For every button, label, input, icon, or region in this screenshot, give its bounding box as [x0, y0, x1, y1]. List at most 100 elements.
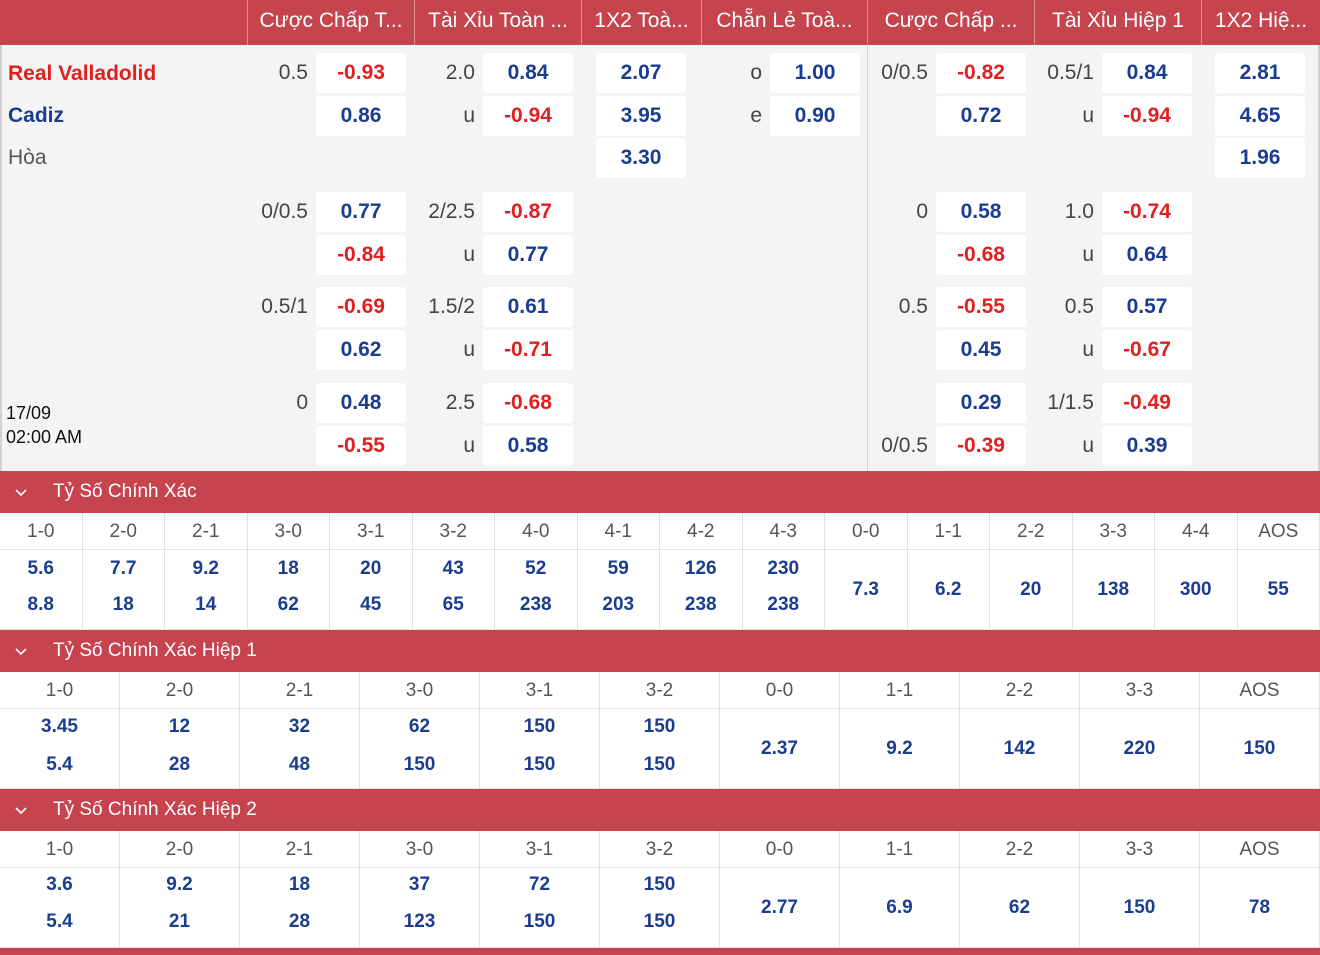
odds-value[interactable]: 0.48 — [316, 383, 406, 423]
odds-value[interactable]: 4.65 — [1215, 96, 1305, 136]
score-odds-value[interactable]: 20 — [990, 575, 1072, 605]
score-odds-value[interactable]: 220 — [1080, 734, 1199, 764]
score-odds-value[interactable]: 32 — [240, 712, 359, 742]
score-odds-value[interactable]: 150 — [600, 870, 719, 900]
odds-value[interactable]: -0.49 — [1102, 383, 1192, 423]
score-odds-value[interactable]: 28 — [120, 750, 239, 780]
score-odds-value[interactable]: 62 — [248, 590, 330, 620]
score-odds-value[interactable]: 5.4 — [0, 907, 119, 937]
score-odds-value[interactable]: 43 — [413, 554, 495, 584]
odds-value[interactable]: -0.39 — [936, 426, 1026, 466]
chevron-down-icon[interactable] — [10, 640, 32, 662]
section-bar-correct-score[interactable]: Tỷ Số Chính Xác — [0, 471, 1320, 513]
score-odds-value[interactable]: 78 — [1200, 893, 1319, 923]
odds-value[interactable]: 0.64 — [1102, 235, 1192, 275]
score-odds-value[interactable]: 6.2 — [908, 575, 990, 605]
odds-value[interactable]: -0.67 — [1102, 330, 1192, 370]
odds-value[interactable]: -0.69 — [316, 287, 406, 327]
score-odds-value[interactable]: 37 — [360, 870, 479, 900]
score-odds-value[interactable]: 123 — [360, 907, 479, 937]
score-odds-value[interactable]: 18 — [83, 590, 165, 620]
score-odds-value[interactable]: 28 — [240, 907, 359, 937]
score-odds-value[interactable]: 72 — [480, 870, 599, 900]
score-odds-value[interactable]: 18 — [240, 870, 359, 900]
odds-value[interactable]: 0.29 — [936, 383, 1026, 423]
odds-value[interactable]: 3.30 — [596, 138, 686, 178]
odds-value[interactable]: -0.55 — [936, 287, 1026, 327]
score-odds-value[interactable]: 2.37 — [720, 734, 839, 764]
odds-value[interactable]: 0.62 — [316, 330, 406, 370]
odds-value[interactable]: 2.81 — [1215, 53, 1305, 93]
odds-value[interactable]: 0.39 — [1102, 426, 1192, 466]
score-odds-value[interactable]: 62 — [360, 712, 479, 742]
odds-value[interactable]: 0.86 — [316, 96, 406, 136]
score-odds-value[interactable]: 12 — [120, 712, 239, 742]
odds-value[interactable]: -0.82 — [936, 53, 1026, 93]
score-odds-value[interactable]: 65 — [413, 590, 495, 620]
score-odds-value[interactable]: 7.3 — [825, 575, 907, 605]
odds-value[interactable]: -0.84 — [316, 235, 406, 275]
score-odds-value[interactable]: 138 — [1073, 575, 1155, 605]
odds-value[interactable]: 0.45 — [936, 330, 1026, 370]
odds-value[interactable]: 0.58 — [936, 192, 1026, 232]
column-header-1x2-h1[interactable]: 1X2 Hiệ... — [1201, 0, 1320, 45]
score-odds-value[interactable]: 9.2 — [120, 870, 239, 900]
score-odds-value[interactable]: 230 — [743, 554, 825, 584]
odds-value[interactable]: 0.58 — [483, 426, 573, 466]
score-odds-value[interactable]: 20 — [330, 554, 412, 584]
score-odds-value[interactable]: 150 — [600, 712, 719, 742]
score-odds-value[interactable]: 3.6 — [0, 870, 119, 900]
score-odds-value[interactable]: 300 — [1155, 575, 1237, 605]
odds-value[interactable]: 3.95 — [596, 96, 686, 136]
column-header-odd-even-full[interactable]: Chẵn Lẻ Toà... — [701, 0, 867, 45]
score-odds-value[interactable]: 150 — [480, 907, 599, 937]
odds-value[interactable]: 0.84 — [483, 53, 573, 93]
column-header-handicap-full[interactable]: Cược Chấp T... — [247, 0, 414, 45]
odds-value[interactable]: -0.68 — [483, 383, 573, 423]
section-bar-correct-score-h2[interactable]: Tỷ Số Chính Xác Hiệp 2 — [0, 789, 1320, 831]
odds-value[interactable]: 1.00 — [770, 53, 860, 93]
odds-value[interactable]: -0.94 — [483, 96, 573, 136]
score-odds-value[interactable]: 126 — [660, 554, 742, 584]
score-odds-value[interactable]: 238 — [495, 590, 577, 620]
score-odds-value[interactable]: 238 — [660, 590, 742, 620]
score-odds-value[interactable]: 5.4 — [0, 750, 119, 780]
chevron-down-icon[interactable] — [10, 481, 32, 503]
score-odds-value[interactable]: 8.8 — [0, 590, 82, 620]
score-odds-value[interactable]: 150 — [480, 750, 599, 780]
score-odds-value[interactable]: 52 — [495, 554, 577, 584]
score-odds-value[interactable]: 21 — [120, 907, 239, 937]
score-odds-value[interactable]: 59 — [578, 554, 660, 584]
odds-value[interactable]: 0.77 — [483, 235, 573, 275]
odds-value[interactable]: 2.07 — [596, 53, 686, 93]
score-odds-value[interactable]: 7.7 — [83, 554, 165, 584]
odds-value[interactable]: -0.94 — [1102, 96, 1192, 136]
odds-value[interactable]: 0.84 — [1102, 53, 1192, 93]
score-odds-value[interactable]: 142 — [960, 734, 1079, 764]
score-odds-value[interactable]: 150 — [1080, 893, 1199, 923]
odds-value[interactable]: -0.55 — [316, 426, 406, 466]
odds-value[interactable]: 0.61 — [483, 287, 573, 327]
section-bar-correct-score-h1[interactable]: Tỷ Số Chính Xác Hiệp 1 — [0, 630, 1320, 672]
score-odds-value[interactable]: 18 — [248, 554, 330, 584]
score-odds-value[interactable]: 48 — [240, 750, 359, 780]
score-odds-value[interactable]: 62 — [960, 893, 1079, 923]
score-odds-value[interactable]: 14 — [165, 590, 247, 620]
chevron-down-icon[interactable] — [10, 799, 32, 821]
odds-value[interactable]: -0.87 — [483, 192, 573, 232]
score-odds-value[interactable]: 9.2 — [840, 734, 959, 764]
odds-value[interactable]: 1.96 — [1215, 138, 1305, 178]
score-odds-value[interactable]: 6.9 — [840, 893, 959, 923]
score-odds-value[interactable]: 150 — [1200, 734, 1319, 764]
odds-value[interactable]: 0.90 — [770, 96, 860, 136]
column-header-1x2-full[interactable]: 1X2 Toà... — [581, 0, 701, 45]
score-odds-value[interactable]: 238 — [743, 590, 825, 620]
score-odds-value[interactable]: 2.77 — [720, 893, 839, 923]
score-odds-value[interactable]: 9.2 — [165, 554, 247, 584]
score-odds-value[interactable]: 3.45 — [0, 712, 119, 742]
column-header-over-under-h1[interactable]: Tài Xỉu Hiệp 1 — [1034, 0, 1201, 45]
odds-value[interactable]: -0.93 — [316, 53, 406, 93]
column-header-handicap-h1[interactable]: Cược Chấp ... — [867, 0, 1034, 45]
score-odds-value[interactable]: 150 — [360, 750, 479, 780]
odds-value[interactable]: 0.72 — [936, 96, 1026, 136]
